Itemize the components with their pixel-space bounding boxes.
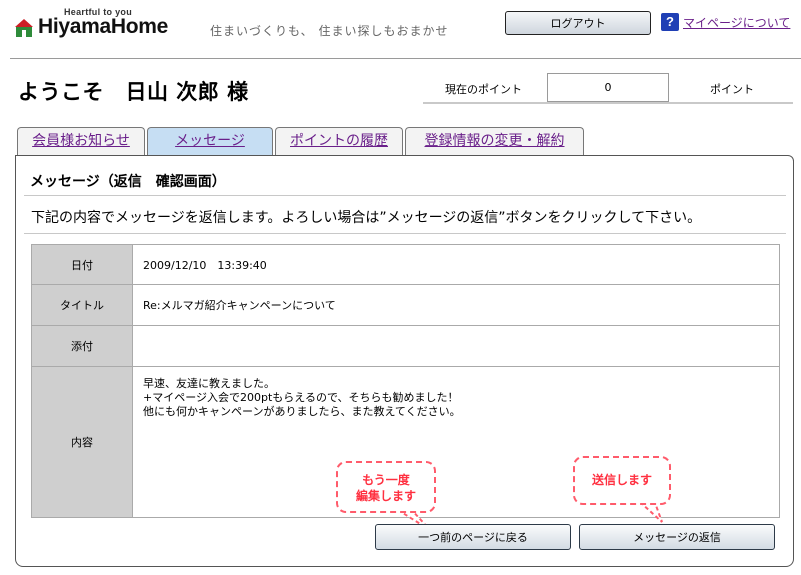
title-label: タイトル bbox=[31, 284, 133, 326]
tab-messages[interactable]: メッセージ bbox=[147, 127, 273, 155]
about-mypage-link[interactable]: マイページについて bbox=[683, 14, 790, 31]
points-value: 0 bbox=[547, 73, 669, 102]
callout-line: もう一度 bbox=[362, 473, 410, 487]
date-label: 日付 bbox=[31, 244, 133, 285]
tab-point-history[interactable]: ポイントの履歴 bbox=[275, 127, 403, 155]
tab-member-notices[interactable]: 会員様お知らせ bbox=[17, 127, 145, 155]
callout-line: 編集します bbox=[355, 489, 416, 503]
points-label: 現在のポイント bbox=[445, 83, 522, 96]
welcome-heading: ようこそ 日山 次郎 様 bbox=[18, 80, 249, 104]
header-divider bbox=[10, 58, 801, 59]
tab-registration-settings[interactable]: 登録情報の変更・解約 bbox=[405, 127, 584, 155]
title-value: Re:メルマガ紹介キャンペーンについて bbox=[132, 284, 780, 326]
reply-button[interactable]: メッセージの返信 bbox=[579, 524, 775, 550]
content-cell: 早速、友達に教えました。 +マイページ入会で200ptもらえるので、そちらも勧め… bbox=[132, 366, 780, 518]
house-logo-icon bbox=[15, 19, 33, 37]
back-button[interactable]: 一つ前のページに戻る bbox=[375, 524, 571, 550]
table-row: 日付 2009/12/10 13:39:40 bbox=[31, 244, 780, 285]
content-value: 早速、友達に教えました。 +マイページ入会で200ptもらえるので、そちらも勧め… bbox=[143, 377, 461, 418]
send-callout: 送信します bbox=[573, 456, 671, 505]
table-row: 添付 bbox=[31, 325, 780, 367]
instruction-text: 下記の内容でメッセージを返信します。よろしい場合は”メッセージの返信”ボタンをク… bbox=[31, 210, 702, 226]
site-tagline: 住まいづくりも、 住まい探しもおまかせ bbox=[210, 24, 449, 38]
panel-divider bbox=[24, 195, 786, 196]
attachment-value bbox=[132, 325, 780, 367]
date-value: 2009/12/10 13:39:40 bbox=[132, 244, 780, 285]
attachment-label: 添付 bbox=[31, 325, 133, 367]
content-label: 内容 bbox=[31, 366, 133, 518]
points-unit: ポイント bbox=[710, 83, 754, 96]
logout-button[interactable]: ログアウト bbox=[505, 11, 651, 35]
question-mark-icon[interactable]: ? bbox=[661, 13, 679, 31]
panel-title: メッセージ（返信 確認画面） bbox=[30, 174, 226, 190]
logo[interactable]: HiyamaHome bbox=[38, 15, 168, 39]
edit-again-callout: もう一度 編集します bbox=[336, 461, 436, 513]
panel-divider bbox=[24, 233, 786, 234]
table-row: タイトル Re:メルマガ紹介キャンペーンについて bbox=[31, 284, 780, 326]
